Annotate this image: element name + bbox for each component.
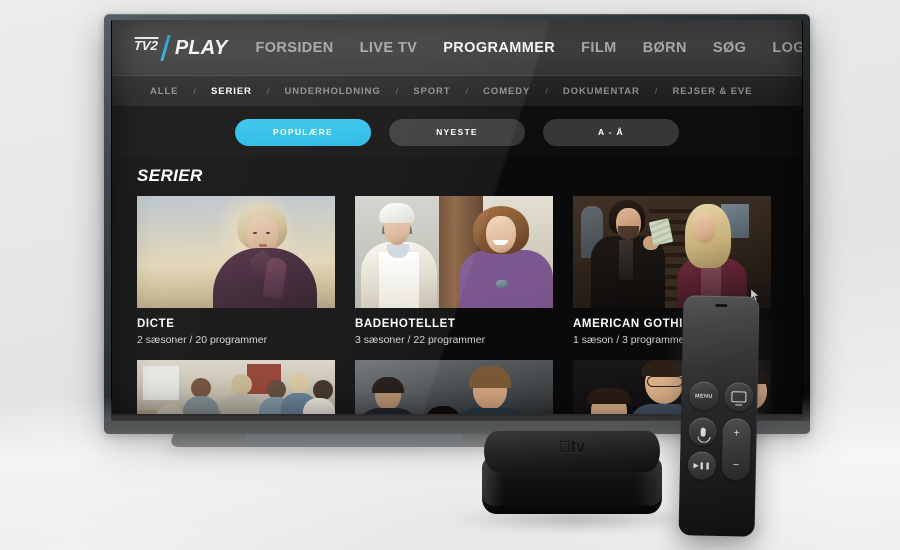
poster-art-man-cash-blonde-woman (573, 196, 771, 308)
series-thumbnail[interactable] (137, 196, 335, 308)
poster-art-dark-trio-portrait (355, 360, 553, 414)
top-navigation-bar: TV2 PLAY FORSIDEN LIVE TV PROGRAMMER FIL… (112, 20, 802, 76)
remote-volume-rocker[interactable]: + − (721, 418, 751, 481)
logo-play-word: PLAY (174, 36, 228, 59)
subnav-item-rejser-eventyr[interactable]: REJSER & EVE (672, 86, 752, 97)
series-meta: 3 sæsoner / 22 programmer (355, 334, 486, 346)
microphone-icon (700, 427, 706, 437)
tv-stand-foot (246, 434, 462, 444)
subnav-item-alle[interactable]: ALLE (150, 86, 178, 97)
remote-play-pause-button[interactable]: ▶❚❚ (687, 451, 717, 480)
art-eye-right (266, 232, 270, 234)
sort-filter-pills: POPULÆRE NYESTE A - Å (112, 106, 802, 158)
series-thumbnail[interactable] (355, 196, 553, 308)
subnav-separator: / (266, 85, 270, 97)
apple-tv-siri-remote[interactable]: MENU ▶❚❚ + − (678, 295, 760, 537)
subnav-item-sport[interactable]: SPORT (413, 86, 450, 97)
nav-item-film[interactable]: FILM (581, 40, 616, 56)
nav-item-programmer[interactable]: PROGRAMMER (443, 40, 555, 56)
art-woman-face (692, 212, 716, 243)
art-glasses (647, 376, 683, 387)
subnav-separator: / (193, 85, 197, 97)
art-person-head (313, 380, 333, 400)
remote-siri-button[interactable] (688, 417, 717, 446)
art-person-hair (587, 388, 631, 404)
remote-ir-sensor (715, 303, 728, 308)
art-brooch (496, 280, 508, 288)
apple-tv-wordmark: tv (564, 437, 585, 456)
art-man-shirt (619, 240, 633, 280)
category-subnav: ALLE / SERIER / UNDERHOLDNING / SPORT / … (112, 76, 802, 106)
nav-item-log-ind[interactable]: LOG IND (772, 40, 802, 56)
art-person-body (451, 408, 533, 414)
art-person-body (357, 408, 419, 414)
art-person-hair (372, 377, 404, 393)
tv2-play-logo[interactable]: TV2 PLAY (133, 35, 228, 61)
series-title: DICTE (137, 318, 175, 330)
apple-tv-box: tv (478, 430, 666, 526)
art-person-hair (469, 366, 511, 388)
series-card-row2-2[interactable] (355, 360, 553, 414)
series-card-badehotellet[interactable]: BADEHOTELLET 3 sæsoner / 22 programmer (355, 196, 553, 346)
series-thumbnail[interactable] (355, 360, 553, 414)
volume-up-icon[interactable]: + (723, 427, 751, 440)
series-thumbnail[interactable] (573, 196, 771, 308)
art-person-head (231, 374, 252, 395)
filter-pill-nyeste[interactable]: NYESTE (389, 118, 525, 146)
nav-item-forsiden[interactable]: FORSIDEN (256, 40, 334, 56)
nav-item-sog[interactable]: SØG (713, 40, 746, 56)
art-eye-left (253, 232, 257, 234)
poster-art-maid-and-woman-hotel (355, 196, 553, 308)
art-maid-apron (379, 252, 419, 308)
scene: TV2 PLAY FORSIDEN LIVE TV PROGRAMMER FIL… (0, 0, 900, 550)
series-card-row2-1[interactable] (137, 360, 335, 414)
art-person-hair (425, 406, 461, 414)
subnav-item-dokumentar[interactable]: DOKUMENTAR (563, 86, 640, 97)
subnav-separator: / (654, 85, 658, 97)
filter-pill-populaere[interactable]: POPULÆRE (235, 118, 371, 146)
subnav-separator: / (395, 85, 399, 97)
art-person-head (191, 378, 211, 398)
art-woman-face (486, 216, 516, 253)
primary-nav-items: FORSIDEN LIVE TV PROGRAMMER FILM BØRN SØ… (256, 40, 803, 56)
poster-art-blonde-woman-sky (137, 196, 335, 308)
art-woman-body (459, 250, 553, 308)
art-lips (259, 244, 267, 247)
nav-item-born[interactable]: BØRN (643, 40, 687, 56)
apple-tv-logo: tv (478, 437, 666, 457)
logo-slash-icon (160, 35, 171, 61)
art-person-hair (641, 360, 687, 376)
subnav-separator: / (545, 85, 548, 97)
series-meta: 2 sæsoner / 20 programmer (137, 334, 268, 346)
filter-pill-a-aa[interactable]: A - Å (543, 118, 679, 146)
tv2-logo-mark: TV2 (133, 36, 159, 53)
art-whiteboard (143, 366, 179, 400)
subnav-item-underholdning[interactable]: UNDERHOLDNING (284, 86, 380, 97)
volume-down-icon[interactable]: − (722, 459, 750, 472)
subnav-item-serier[interactable]: SERIER (211, 86, 252, 97)
series-title: BADEHOTELLET (355, 318, 456, 330)
section-title: SERIER (137, 166, 203, 185)
art-person-head (289, 374, 309, 394)
series-card-dicte[interactable]: DICTE 2 sæsoner / 20 programmer (137, 196, 335, 346)
subnav-separator: / (465, 85, 469, 97)
art-maid-cap (379, 203, 415, 223)
series-thumbnail[interactable] (137, 360, 335, 414)
poster-art-family-dinner-table (137, 360, 335, 414)
subnav-item-comedy[interactable]: COMEDY (483, 86, 530, 97)
tv-screen-icon (731, 391, 747, 403)
nav-item-live-tv[interactable]: LIVE TV (360, 40, 418, 56)
apple-logo-icon:  (559, 439, 572, 456)
